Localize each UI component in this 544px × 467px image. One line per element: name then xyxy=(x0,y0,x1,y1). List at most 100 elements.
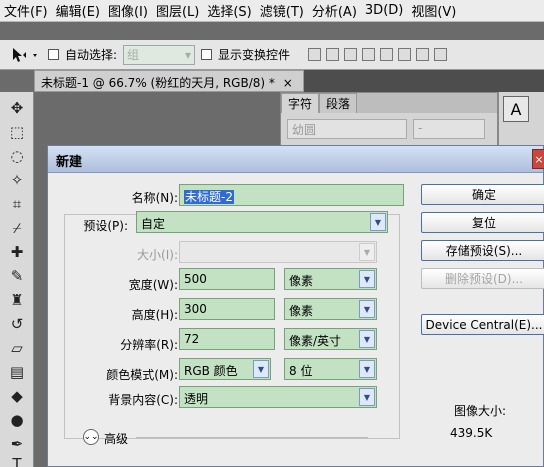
align-hcenter-icon[interactable] xyxy=(380,48,394,61)
width-input[interactable]: 500 xyxy=(179,268,275,290)
gradient-tool-icon[interactable]: ▤ xyxy=(7,362,27,382)
height-unit-value: 像素 xyxy=(289,304,314,318)
align-vcenter-icon[interactable] xyxy=(326,48,340,61)
height-label: 高度(H): xyxy=(131,308,178,322)
resolution-value: 72 xyxy=(184,332,200,346)
height-input[interactable]: 300 xyxy=(179,298,275,320)
document-tab[interactable]: 未标题-1 @ 66.7% (粉红的天月, RGB/8) * × xyxy=(34,70,304,92)
font-style-select[interactable]: - xyxy=(413,119,485,139)
save-preset-button[interactable]: 存储预设(S)... xyxy=(421,240,544,261)
chevron-down-icon: ▾ xyxy=(185,47,192,62)
menu-bar: 文件(F) 编辑(E) 图像(I) 图层(L) 选择(S) 滤镜(T) 分析(A… xyxy=(0,0,544,22)
bit-depth-select[interactable]: 8 位 ▼ xyxy=(284,358,377,380)
align-right-icon[interactable] xyxy=(398,48,412,61)
tab-paragraph[interactable]: 段落 xyxy=(319,93,358,113)
menu-filter[interactable]: 滤镜(T) xyxy=(256,1,308,20)
healing-brush-tool-icon[interactable]: ✚ xyxy=(7,242,27,262)
chevron-down-icon: ▼ xyxy=(359,360,375,378)
close-icon[interactable]: × xyxy=(532,149,544,169)
resolution-label: 分辨率(R): xyxy=(120,338,178,352)
tab-character[interactable]: 字符 xyxy=(281,93,320,113)
menu-3d[interactable]: 3D(D) xyxy=(361,3,407,18)
chevron-down-icon: ▼ xyxy=(370,213,386,231)
move-tool-preset-button[interactable] xyxy=(6,43,42,67)
crop-tool-icon[interactable]: ⌗ xyxy=(7,194,27,214)
distribute-vcenter-icon[interactable] xyxy=(434,48,448,61)
close-icon[interactable]: × xyxy=(283,76,293,90)
preset-label: 预设(P): xyxy=(70,217,130,234)
character-panel-tabs: 字符 段落 xyxy=(281,93,497,113)
advanced-divider xyxy=(136,437,368,438)
align-bottom-icon[interactable] xyxy=(344,48,358,61)
distribute-top-icon[interactable] xyxy=(416,48,430,61)
menu-edit[interactable]: 编辑(E) xyxy=(52,1,104,20)
width-value: 500 xyxy=(184,272,207,286)
resolution-unit-select[interactable]: 像素/英寸 ▼ xyxy=(284,328,377,350)
tool-options-bar: 自动选择: 组 ▾ 显示变换控件 xyxy=(0,40,544,70)
chevron-down-icon: ▼ xyxy=(359,243,375,261)
auto-select-dropdown[interactable]: 组 ▾ xyxy=(123,44,196,65)
align-left-icon[interactable] xyxy=(362,48,376,61)
bit-depth-value: 8 位 xyxy=(289,364,313,378)
chevron-down-icon: ▼ xyxy=(359,300,375,318)
new-document-dialog: 新建 × 名称(N): 未标题-2 预设(P): 自定 ▼ 大小(I): ▼ 宽… xyxy=(47,145,544,467)
document-tab-strip: 未标题-1 @ 66.7% (粉红的天月, RGB/8) * × xyxy=(34,70,544,92)
background-value: 透明 xyxy=(184,392,209,406)
menu-analysis[interactable]: 分析(A) xyxy=(308,1,361,20)
preset-select[interactable]: 自定 ▼ xyxy=(136,211,388,233)
device-central-button[interactable]: Device Central(E)... xyxy=(421,314,544,335)
name-label: 名称(N): xyxy=(131,191,178,205)
align-buttons xyxy=(308,48,448,61)
magic-wand-tool-icon[interactable]: ✧ xyxy=(7,170,27,190)
history-brush-tool-icon[interactable]: ↺ xyxy=(7,314,27,334)
show-transform-label: 显示变换控件 xyxy=(218,48,291,62)
move-tool-icon[interactable]: ✥ xyxy=(7,98,27,118)
color-mode-select[interactable]: RGB 颜色 ▼ xyxy=(179,358,271,380)
size-label: 大小(I): xyxy=(137,248,178,262)
lasso-tool-icon[interactable]: ◌ xyxy=(7,146,27,166)
reset-button[interactable]: 复位 xyxy=(421,212,544,233)
dodge-tool-icon[interactable]: ● xyxy=(7,410,27,430)
font-family-select[interactable]: 幼圆 xyxy=(287,119,407,139)
background-select[interactable]: 透明 ▼ xyxy=(179,386,377,408)
height-unit-select[interactable]: 像素 ▼ xyxy=(284,298,377,320)
blur-tool-icon[interactable]: ◆ xyxy=(7,386,27,406)
image-size-label: 图像大小: xyxy=(454,404,507,418)
document-tab-title: 未标题-1 @ 66.7% (粉红的天月, RGB/8) * xyxy=(41,76,275,90)
height-value: 300 xyxy=(184,302,207,316)
advanced-toggle[interactable]: ⌄⌄ xyxy=(83,429,99,445)
width-label: 宽度(W): xyxy=(128,278,178,292)
eyedropper-tool-icon[interactable]: ⌿ xyxy=(7,218,27,238)
image-size-value: 439.5K xyxy=(450,426,493,440)
menu-layer[interactable]: 图层(L) xyxy=(152,1,203,20)
eraser-tool-icon[interactable]: ▱ xyxy=(7,338,27,358)
resolution-input[interactable]: 72 xyxy=(179,328,275,350)
auto-select-value: 组 xyxy=(127,48,140,62)
character-panel-icon[interactable]: A xyxy=(503,96,529,122)
name-input[interactable]: 未标题-2 xyxy=(179,184,404,206)
pen-tool-icon[interactable]: ✒ xyxy=(7,434,27,454)
menu-view[interactable]: 视图(V) xyxy=(407,1,460,20)
ok-button[interactable]: 确定 xyxy=(421,184,544,205)
size-select: ▼ xyxy=(179,241,377,263)
align-top-icon[interactable] xyxy=(308,48,322,61)
marquee-tool-icon[interactable]: ⬚ xyxy=(7,122,27,142)
character-panel: 字符 段落 幼圆 - xyxy=(280,92,498,150)
color-mode-value: RGB 颜色 xyxy=(184,364,238,378)
type-tool-icon[interactable]: T xyxy=(7,454,27,467)
clone-stamp-tool-icon[interactable]: ♜ xyxy=(7,290,27,310)
resolution-unit-value: 像素/英寸 xyxy=(289,334,342,348)
move-icon xyxy=(13,47,37,62)
chevron-down-icon: ▼ xyxy=(359,270,375,288)
menu-file[interactable]: 文件(F) xyxy=(0,1,52,20)
brush-tool-icon[interactable]: ✎ xyxy=(7,266,27,286)
auto-select-label: 自动选择: xyxy=(65,48,118,62)
width-unit-select[interactable]: 像素 ▼ xyxy=(284,268,377,290)
menu-image[interactable]: 图像(I) xyxy=(104,1,152,20)
auto-select-checkbox[interactable] xyxy=(48,49,59,60)
menu-select[interactable]: 选择(S) xyxy=(203,1,255,20)
show-transform-checkbox[interactable] xyxy=(201,49,213,60)
font-style-value: - xyxy=(418,121,423,135)
background-label: 背景内容(C): xyxy=(108,393,178,407)
preset-value: 自定 xyxy=(141,217,166,231)
